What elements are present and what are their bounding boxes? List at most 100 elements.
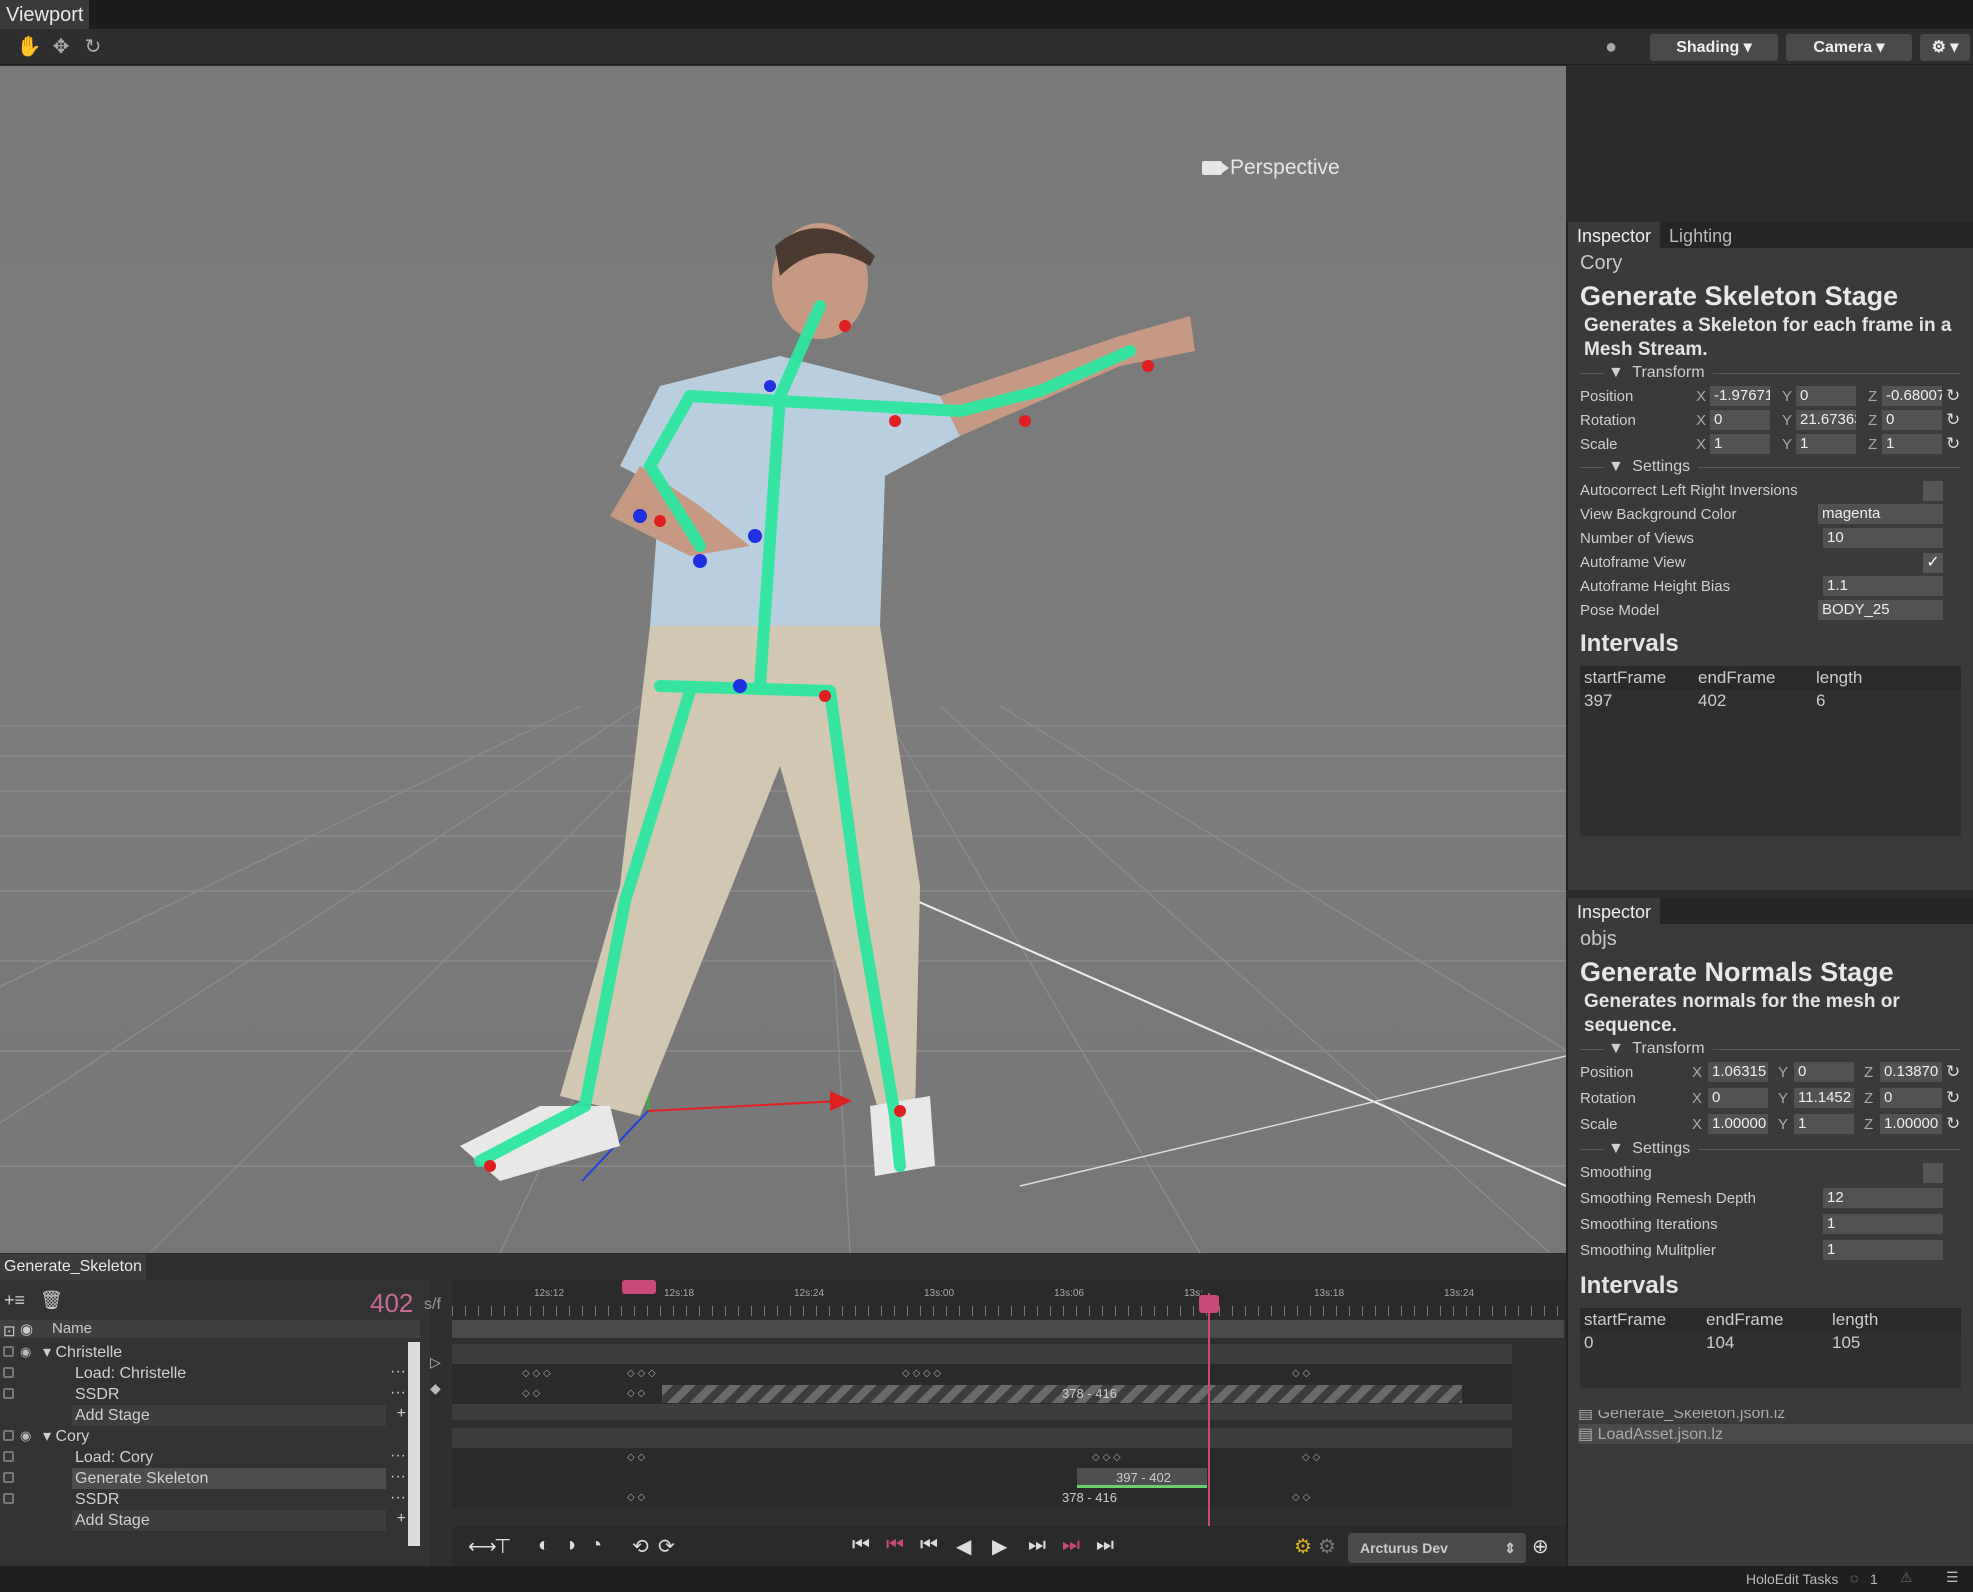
multiplier-field[interactable]: 1 [1823,1240,1943,1260]
lock-icon[interactable] [3,1388,14,1399]
lock-icon[interactable] [3,1367,14,1378]
more-icon[interactable]: ··· [390,1468,406,1486]
magnet-off-icon[interactable]: ◔ [590,1534,602,1557]
more-icon[interactable]: ··· [390,1363,406,1381]
list-item[interactable]: ▤ Generate_Skeleton.json.lz [1578,1410,1973,1424]
rotation-x-field[interactable]: 0 [1710,410,1770,430]
rotation-z-field[interactable]: 0 [1882,410,1942,430]
camera-mode-label[interactable]: Perspective [1202,156,1340,180]
rotation-y-field[interactable]: 21.67363 [1796,410,1856,430]
more-icon[interactable]: ··· [390,1384,406,1402]
table-row[interactable]: 0 104 105 [1580,1332,1961,1354]
lock-icon[interactable] [3,1472,14,1483]
tab-viewport[interactable]: Viewport [0,0,90,29]
reset-icon[interactable]: ↻ [1946,434,1960,454]
loop-icon[interactable]: ⟲ [632,1534,649,1559]
settings-section[interactable]: ▼ Settings [1568,1138,1973,1160]
transform-section[interactable]: ▼ Transform [1568,1038,1973,1060]
move-icon[interactable]: ✥ [48,34,74,60]
next-frame-icon[interactable]: ⏭ [1028,1534,1046,1557]
reset-icon[interactable]: ↻ [1946,1114,1960,1134]
position-x-field[interactable]: 1.06315 [1708,1062,1768,1082]
plus-icon[interactable]: + [397,1405,406,1423]
profile-dropdown[interactable]: Arcturus Dev ⇕ [1348,1533,1526,1563]
iterations-field[interactable]: 1 [1823,1214,1943,1234]
remesh-depth-field[interactable]: 12 [1823,1188,1943,1208]
list-item[interactable]: ▤ LoadAsset.json.lz [1578,1424,1973,1444]
settings-dropdown[interactable]: ⚙ ▾ [1920,34,1970,61]
loop-alt-icon[interactable]: ⟳ [658,1534,675,1559]
hand-icon[interactable]: ✋ [16,34,42,60]
tab-lighting[interactable]: Lighting [1660,222,1741,248]
select-tool-icon[interactable]: ▷ [430,1354,441,1371]
tree-item-ssdr[interactable]: SSDR ··· [0,1489,406,1510]
range-marker[interactable] [622,1280,656,1294]
tree-item-load-christelle[interactable]: Load: Christelle ··· [0,1363,406,1384]
tab-inspector[interactable]: Inspector [1568,898,1661,924]
scale-z-field[interactable]: 1.00000 [1880,1114,1942,1134]
magnet-icon[interactable]: ◐ [538,1534,550,1557]
camera-dropdown[interactable]: Camera ▾ [1786,34,1912,61]
warning-icon[interactable]: ⚠ [1900,1569,1913,1586]
reset-icon[interactable]: ↻ [1946,386,1960,406]
key-tool-icon[interactable]: ◆ [430,1380,441,1397]
tree-scrollbar[interactable] [408,1342,420,1546]
lock-icon[interactable] [3,1493,14,1504]
rotation-z-field[interactable]: 0 [1880,1088,1942,1108]
layout-icon[interactable]: ☰ [1946,1569,1959,1586]
scale-x-field[interactable]: 1 [1710,434,1770,454]
add-stage-button[interactable]: Add Stage + [0,1510,406,1531]
settings-section[interactable]: ▼ Settings [1568,456,1973,478]
shading-dropdown[interactable]: Shading ▾ [1650,34,1778,61]
position-y-field[interactable]: 0 [1796,386,1856,406]
next-marker-icon[interactable]: ⏭ [1062,1534,1080,1557]
add-track-icon[interactable]: +≡ [4,1290,25,1311]
prev-marker-icon[interactable]: ⏮ [886,1534,904,1557]
trash-icon[interactable]: 🗑 [40,1290,63,1311]
magnet-alt-icon[interactable]: ◑ [564,1534,576,1557]
playhead-handle[interactable] [1199,1295,1219,1313]
rotation-x-field[interactable]: 0 [1708,1088,1768,1108]
light-icon[interactable]: ● [1598,34,1624,60]
lock-icon[interactable] [3,1346,14,1357]
transform-section[interactable]: ▼ Transform [1568,362,1973,384]
more-icon[interactable]: ··· [390,1447,406,1465]
zoom-icon[interactable]: ⊕ [1532,1534,1549,1559]
background-color-field[interactable]: magenta [1818,504,1943,524]
scale-x-field[interactable]: 1.00000 [1708,1114,1768,1134]
tree-item-load-cory[interactable]: Load: Cory ··· [0,1447,406,1468]
sync-off-icon[interactable]: ⚙ [1318,1534,1336,1559]
tab-timeline[interactable]: Generate_Skeleton [0,1254,146,1280]
time-ruler[interactable]: 12s:12 12s:18 12s:24 13s:00 13s:06 13s: … [452,1280,1566,1320]
tasks-label[interactable]: HoloEdit Tasks [1746,1571,1838,1587]
3d-viewport[interactable]: Perspective [0,66,1566,1253]
scale-y-field[interactable]: 1 [1796,434,1856,454]
height-bias-field[interactable]: 1.1 [1823,576,1943,596]
fit-icon[interactable]: ⟷ [468,1534,497,1559]
skip-end-icon[interactable]: ⏭ [1096,1534,1114,1557]
position-z-field[interactable]: 0.13870 [1880,1062,1942,1082]
sync-icon[interactable]: ⚙ [1294,1534,1312,1559]
tree-item-ssdr[interactable]: SSDR ··· [0,1384,406,1405]
position-z-field[interactable]: -0.68007 [1882,386,1942,406]
autoframe-checkbox[interactable]: ✓ [1923,553,1943,573]
rotation-y-field[interactable]: 11.1452 [1794,1088,1854,1108]
tree-group-cory[interactable]: ◉ ▾ Cory [0,1426,406,1447]
number-of-views-field[interactable]: 10 [1823,528,1943,548]
position-x-field[interactable]: -1.97671 [1710,386,1770,406]
lock-icon[interactable] [3,1451,14,1462]
eye-icon[interactable]: ◉ [20,1428,31,1444]
add-stage-button[interactable]: Add Stage + [0,1405,406,1426]
reset-icon[interactable]: ↻ [1946,1062,1960,1082]
playhead[interactable] [1208,1293,1210,1526]
position-y-field[interactable]: 0 [1794,1062,1854,1082]
eye-icon[interactable]: ◉ [20,1344,31,1360]
prev-frame-icon[interactable]: ⏮ [920,1534,938,1557]
tree-group-christelle[interactable]: ◉ ▾ Christelle [0,1342,406,1363]
autocorrect-checkbox[interactable] [1923,481,1943,501]
rotate-icon[interactable]: ↻ [80,34,106,60]
reset-icon[interactable]: ↻ [1946,410,1960,430]
lock-icon[interactable] [3,1430,14,1441]
table-row[interactable]: 397 402 6 [1580,690,1961,712]
scale-y-field[interactable]: 1 [1794,1114,1854,1134]
